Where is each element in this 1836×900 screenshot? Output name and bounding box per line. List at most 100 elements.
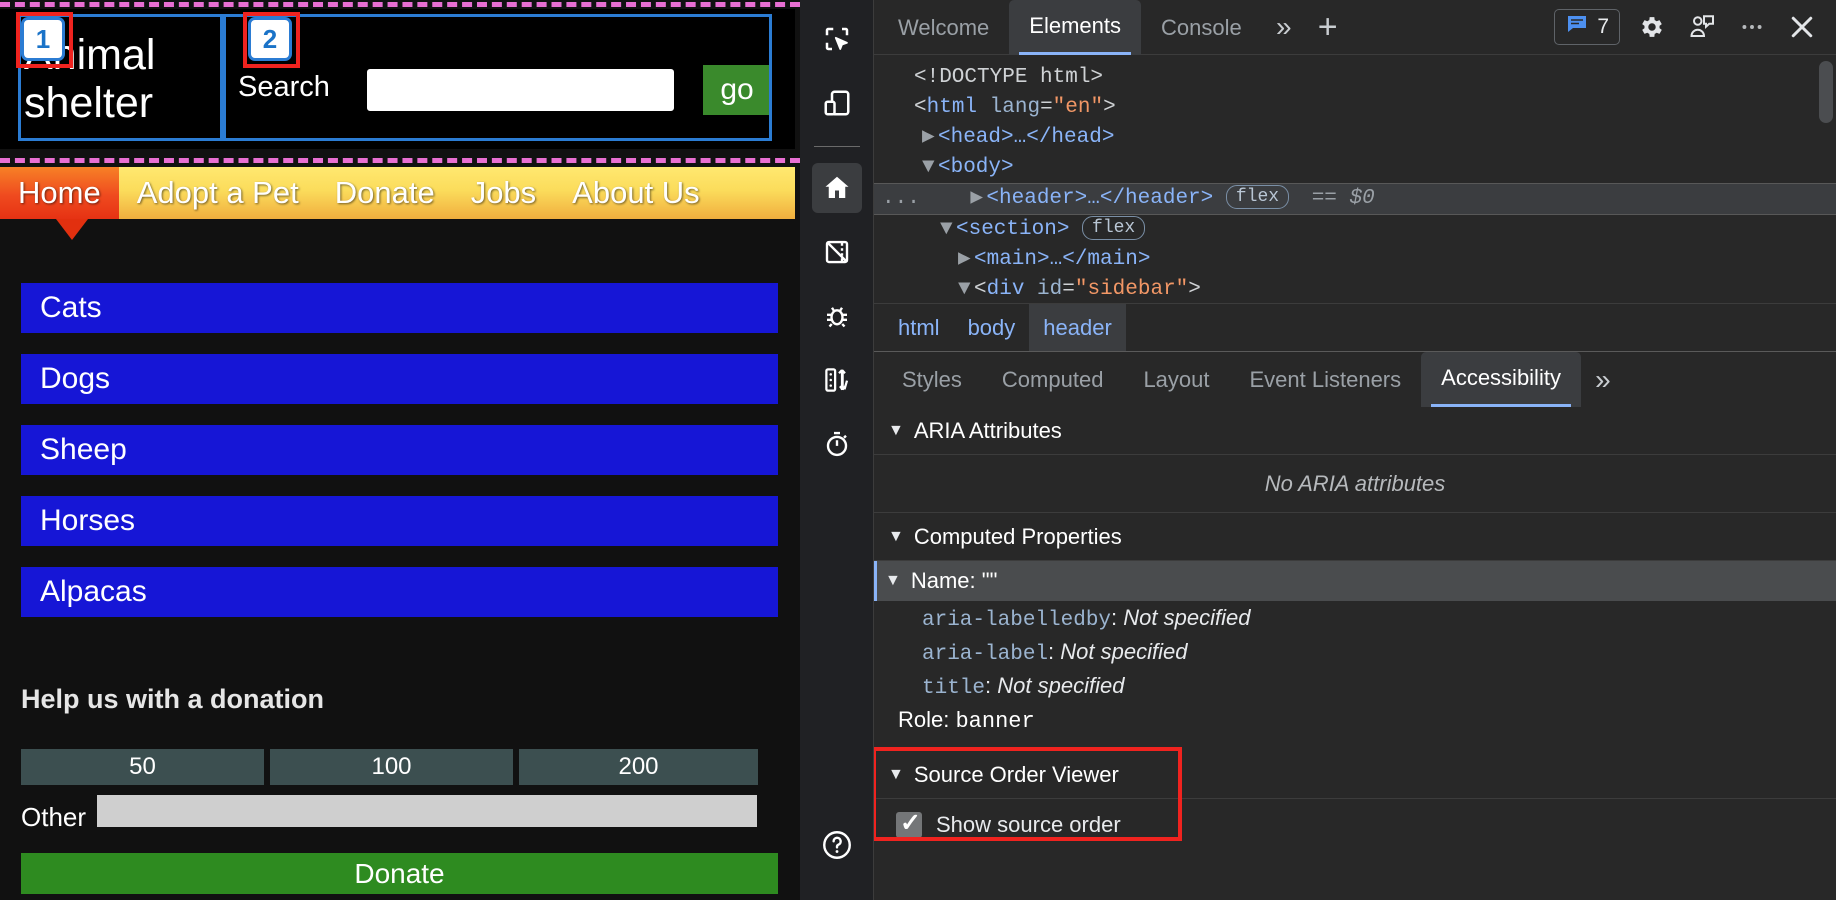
tab-accessibility[interactable]: Accessibility (1421, 352, 1581, 407)
gear-icon[interactable] (1630, 5, 1674, 49)
bug-icon[interactable] (812, 291, 862, 341)
nav-item-jobs[interactable]: Jobs (453, 167, 554, 219)
dom-row[interactable]: ▶ <head>…</head> (874, 123, 1836, 153)
donation-amount-50[interactable]: 50 (21, 749, 264, 785)
dom-row-text: <!DOCTYPE html> (914, 66, 1104, 89)
donation-amount-200[interactable]: 200 (519, 749, 758, 785)
expand-triangle-icon[interactable]: ▼ (958, 275, 974, 303)
dom-row[interactable]: ▼ <div id="sidebar"> (874, 275, 1836, 303)
show-source-order-row[interactable]: Show source order (874, 799, 1836, 851)
dom-attr-name: lang (989, 96, 1041, 119)
breadcrumb-item-html[interactable]: html (884, 304, 954, 352)
animal-item-sheep[interactable]: Sheep (21, 425, 778, 475)
dom-row[interactable]: ▼ <body> (874, 153, 1836, 183)
computed-properties-section-header[interactable]: ▼ Computed Properties (874, 513, 1836, 561)
dom-tree-scrollbar[interactable] (1819, 61, 1833, 123)
device-toolbar-icon[interactable] (812, 78, 862, 128)
role-label: Role: (898, 707, 950, 732)
expand-triangle-icon[interactable]: ▼ (922, 153, 938, 183)
help-icon[interactable] (812, 820, 862, 870)
overlay-dashed-bottom (0, 158, 800, 163)
feedback-icon[interactable] (1680, 5, 1724, 49)
dom-row-selected[interactable]: ... ▶ <header>…</header> flex == $0 (874, 183, 1836, 215)
animal-item-alpacas[interactable]: Alpacas (21, 567, 778, 617)
tab-computed[interactable]: Computed (982, 358, 1124, 401)
flex-badge[interactable]: flex (1225, 185, 1290, 209)
inspect-element-icon[interactable] (812, 14, 862, 64)
aria-attributes-empty: No ARIA attributes (874, 455, 1836, 513)
dom-row-text: <body> (938, 156, 1014, 179)
role-row: Role: banner (874, 703, 1836, 737)
source-order-section-header[interactable]: ▼ Source Order Viewer (874, 751, 1836, 799)
dom-row[interactable]: ▼ <section> flex (874, 215, 1836, 245)
sidebar-tabbar: Styles Computed Layout Event Listeners A… (874, 351, 1836, 407)
nav-item-adopt-a-pet[interactable]: Adopt a Pet (119, 167, 317, 219)
tab-console[interactable]: Console (1141, 6, 1262, 49)
more-sidebar-tabs-icon[interactable]: » (1581, 358, 1625, 402)
tab-layout[interactable]: Layout (1123, 358, 1229, 401)
property-key: aria-label (922, 643, 1049, 666)
speech-bubble-icon (1565, 12, 1589, 42)
ruler-slash-icon[interactable] (812, 227, 862, 277)
animal-item-horses[interactable]: Horses (21, 496, 778, 546)
more-options-icon[interactable] (1730, 5, 1774, 49)
property-key: aria-labelledby (922, 609, 1112, 632)
tab-elements[interactable]: Elements (1009, 0, 1142, 55)
donate-submit-button[interactable]: Donate (21, 853, 778, 894)
donation-amount-100[interactable]: 100 (270, 749, 513, 785)
flex-badge[interactable]: flex (1082, 216, 1146, 240)
property-key: title (922, 677, 986, 700)
nav-item-donate[interactable]: Donate (317, 167, 453, 219)
expand-triangle-icon[interactable]: ▼ (940, 215, 956, 245)
chevron-down-icon: ▼ (888, 765, 904, 783)
add-tab-icon[interactable]: + (1306, 5, 1350, 49)
accessibility-pane: ▼ ARIA Attributes No ARIA attributes ▼ C… (874, 407, 1836, 900)
expand-triangle-icon[interactable]: ▶ (958, 245, 974, 275)
chevron-down-icon: ▼ (885, 572, 901, 589)
close-icon[interactable] (1780, 5, 1824, 49)
breadcrumb-item-body[interactable]: body (954, 304, 1030, 352)
dom-row-text: <main>…</main> (974, 248, 1151, 271)
dom-row-text: <section> (956, 218, 1070, 241)
property-row-aria-labelledby: aria-labelledby: Not specified (922, 605, 1251, 632)
animal-item-cats[interactable]: Cats (21, 283, 778, 333)
tab-event-listeners[interactable]: Event Listeners (1230, 358, 1422, 401)
dom-row[interactable]: ▶ <main>…</main> (874, 245, 1836, 275)
animal-item-dogs[interactable]: Dogs (21, 354, 778, 404)
property-row-title: title: Not specified (922, 673, 1125, 700)
nav-item-about-us[interactable]: About Us (554, 167, 718, 219)
rendered-webpage: Animal shelter Search go 1 2 Home Adopt … (0, 0, 800, 900)
home-icon[interactable] (811, 163, 862, 213)
expand-triangle-icon[interactable]: ▶ (922, 123, 938, 153)
computed-name-value: Name: "" (910, 568, 998, 593)
more-tabs-glyph: » (1275, 11, 1292, 42)
other-amount-input[interactable] (97, 795, 757, 827)
computed-name-row[interactable]: ▼ Name: "" (874, 561, 1836, 601)
rail-separator (813, 146, 860, 147)
timer-icon[interactable] (812, 419, 862, 469)
tab-welcome[interactable]: Welcome (878, 6, 1009, 49)
source-order-icon[interactable] (812, 355, 862, 405)
donation-heading: Help us with a donation (21, 684, 324, 714)
site-nav: Home Adopt a Pet Donate Jobs About Us (0, 167, 795, 219)
dom-row[interactable]: <!DOCTYPE html> (874, 63, 1836, 93)
show-source-order-checkbox[interactable] (896, 808, 922, 838)
more-sidebar-tabs-glyph: » (1595, 363, 1611, 395)
chevron-down-icon: ▼ (888, 421, 904, 439)
aria-attributes-section-header[interactable]: ▼ ARIA Attributes (874, 407, 1836, 455)
source-order-title: Source Order Viewer (913, 761, 1119, 787)
property-value: Not specified (1060, 639, 1188, 664)
issues-counter-chip[interactable]: 7 (1554, 9, 1620, 45)
issues-count: 7 (1597, 15, 1609, 38)
tab-styles[interactable]: Styles (882, 358, 982, 401)
nav-item-home[interactable]: Home (0, 167, 119, 219)
show-source-order-label: Show source order (936, 812, 1121, 837)
dom-tree[interactable]: <!DOCTYPE html> <html lang="en"> ▶ <head>… (874, 55, 1836, 303)
property-value: Not specified (1123, 605, 1251, 630)
expand-triangle-icon[interactable]: ▶ (970, 184, 986, 214)
dom-row[interactable]: <html lang="en"> (874, 93, 1836, 123)
more-tabs-icon[interactable]: » (1262, 5, 1306, 49)
dom-row-ellipsis: ... (882, 187, 920, 210)
breadcrumb-item-header[interactable]: header (1029, 303, 1126, 352)
dom-attr-name: id (1037, 278, 1063, 301)
